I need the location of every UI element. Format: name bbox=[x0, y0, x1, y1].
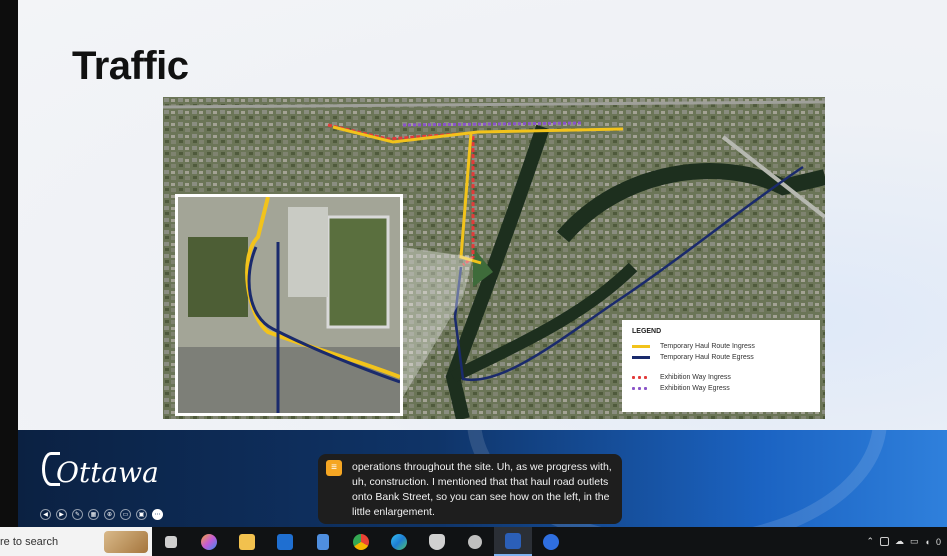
file-explorer-icon[interactable] bbox=[228, 527, 266, 556]
legend-label: Temporary Haul Route Ingress bbox=[660, 343, 755, 350]
chrome-icon[interactable] bbox=[342, 527, 380, 556]
more-options-icon[interactable]: ⋯ bbox=[152, 509, 163, 520]
outlook-icon[interactable] bbox=[266, 527, 304, 556]
windows-taskbar: re to search ⌃ ☁ ▭ ◖ 0 bbox=[0, 527, 947, 556]
search-highlight-image bbox=[104, 531, 148, 553]
cloud-icon[interactable]: ☁ bbox=[895, 536, 904, 547]
captions-icon: ≡ bbox=[326, 460, 342, 476]
slide-title: Traffic bbox=[72, 44, 189, 88]
volume-icon[interactable]: ◖ bbox=[925, 537, 930, 547]
zoom-icon[interactable]: ⊕ bbox=[104, 509, 115, 520]
pen-icon[interactable]: ✎ bbox=[72, 509, 83, 520]
legend-swatch bbox=[632, 356, 650, 359]
legend-swatch bbox=[632, 376, 650, 379]
subtitles-icon[interactable]: ▭ bbox=[120, 509, 131, 520]
edge-icon[interactable] bbox=[380, 527, 418, 556]
legend-item-haul-ingress: Temporary Haul Route Ingress bbox=[632, 341, 810, 352]
caption-text: operations throughout the site. Uh, as w… bbox=[352, 461, 612, 518]
ottawa-logo: Ottawa bbox=[56, 456, 159, 489]
copilot-icon[interactable] bbox=[190, 527, 228, 556]
search-placeholder: re to search bbox=[0, 535, 59, 548]
up-arrow-icon[interactable]: ⌃ bbox=[866, 536, 874, 547]
presentation-slide: Traffic LEGEND Temporary Haul Route Ingr… bbox=[0, 0, 947, 527]
map-legend: LEGEND Temporary Haul Route Ingress Temp… bbox=[622, 320, 820, 412]
live-caption-box: ≡ operations throughout the site. Uh, as… bbox=[318, 454, 622, 524]
tray-app-icon[interactable] bbox=[880, 537, 890, 546]
left-window-edge bbox=[0, 0, 18, 527]
clock-icon[interactable]: 0 bbox=[936, 537, 941, 547]
legend-item-haul-egress: Temporary Haul Route Egress bbox=[632, 352, 810, 363]
tablet-app-icon[interactable] bbox=[304, 527, 342, 556]
word-icon[interactable] bbox=[494, 527, 532, 556]
camera-icon[interactable]: ▣ bbox=[136, 509, 147, 520]
legend-item-exhibition-ingress: Exhibition Way Ingress bbox=[632, 372, 810, 383]
next-slide-icon[interactable]: ▶ bbox=[56, 509, 67, 520]
map-enlargement-inset bbox=[175, 194, 403, 416]
taskbar-search-input[interactable]: re to search bbox=[0, 527, 152, 556]
legend-label: Exhibition Way Egress bbox=[660, 385, 730, 392]
task-view-icon[interactable] bbox=[152, 527, 190, 556]
settings-icon[interactable] bbox=[456, 527, 494, 556]
legend-swatch bbox=[632, 387, 650, 390]
legend-label: Temporary Haul Route Egress bbox=[660, 354, 754, 361]
system-tray: ⌃ ☁ ▭ ◖ 0 bbox=[866, 536, 947, 547]
legend-item-exhibition-egress: Exhibition Way Egress bbox=[632, 383, 810, 394]
chat-app-icon[interactable] bbox=[532, 527, 570, 556]
legend-title: LEGEND bbox=[632, 328, 662, 335]
legend-label: Exhibition Way Ingress bbox=[660, 374, 731, 381]
presentation-controls: ◀ ▶ ✎ ▦ ⊕ ▭ ▣ ⋯ bbox=[40, 509, 163, 520]
network-icon[interactable]: ▭ bbox=[910, 536, 919, 547]
previous-slide-icon[interactable]: ◀ bbox=[40, 509, 51, 520]
legend-swatch bbox=[632, 345, 650, 348]
shield-app-icon[interactable] bbox=[418, 527, 456, 556]
slides-grid-icon[interactable]: ▦ bbox=[88, 509, 99, 520]
